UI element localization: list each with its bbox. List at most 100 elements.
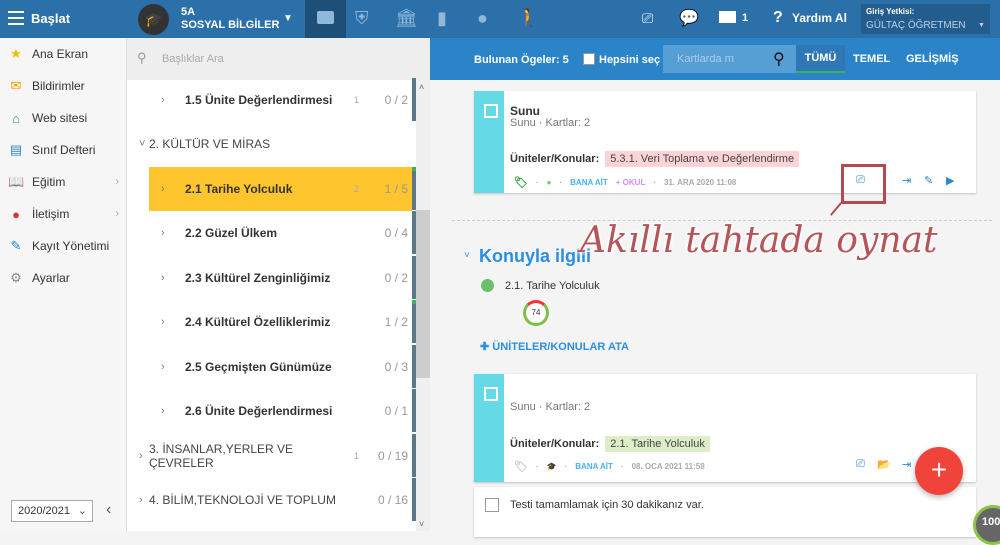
assign-label: ÜNİTELER/KONULAR ATA [492, 341, 629, 353]
sidebar-item-notifications[interactable]: ✉ Bildirimler [8, 76, 123, 96]
topic-row[interactable]: › 2.1 Tarihe Yolculuk 2 1 / 5 [149, 167, 412, 211]
card-checkbox[interactable] [484, 104, 498, 118]
sidebar-item-label: Ana Ekran [32, 47, 89, 61]
cast-icon[interactable]: ⎚ [856, 458, 865, 471]
chevron-down-icon[interactable]: ˅ [127, 138, 149, 150]
topics-search-input[interactable]: Başlıklar Ara [162, 53, 224, 65]
tab-advanced[interactable]: GELİŞMİŞ [906, 53, 959, 65]
content-card[interactable]: Testi tamamlamak için 30 dakikanız var. [474, 487, 976, 537]
year-select[interactable]: 2020/2021 ⌄ [11, 500, 93, 522]
topic-row[interactable]: › 4. BİLİM,TEKNOLOJİ VE TOPLUM 0 / 16 [127, 478, 412, 522]
chevron-right-icon[interactable]: › [149, 361, 171, 373]
chevron-right-icon[interactable]: › [127, 450, 149, 462]
chevron-right-icon[interactable]: › [149, 94, 171, 106]
collapse-sidebar-icon[interactable]: ‹ [106, 501, 111, 519]
gear-icon: ⚙ [10, 270, 22, 285]
play-icon[interactable]: ▶ [946, 174, 954, 187]
topic-tag[interactable]: 5.3.1. Veri Toplama ve Değerlendirme [605, 151, 800, 167]
topic-row[interactable]: ˅ 2. KÜLTÜR VE MİRAS [127, 122, 412, 166]
card-title: Sunu [510, 104, 540, 118]
chevron-right-icon[interactable]: › [149, 227, 171, 239]
topic-row[interactable]: › 2.4 Kültürel Özelliklerimiz 1 / 2 [149, 300, 412, 344]
chevron-right-icon[interactable]: › [149, 272, 171, 284]
notebook-icon: ▤ [9, 142, 23, 157]
sidebar-item-label: İletişim [32, 207, 70, 221]
sidebar-item-registration[interactable]: ✎ Kayıt Yönetimi [8, 236, 123, 256]
sidebar-item-website[interactable]: ⌂ Web sitesi [8, 108, 123, 128]
course-name[interactable]: SOSYAL BİLGİLER [181, 19, 279, 31]
chevron-right-icon[interactable]: › [127, 494, 149, 506]
content-header: Bulunan Ögeler: 5 Hepsini seç Kartlarda … [430, 38, 1000, 80]
card-search-input[interactable]: Kartlarda m ⚲ [663, 45, 796, 73]
user-select[interactable]: Giriş Yetkisi: GÜLTAÇ ÖĞRETMEN ▼ [861, 4, 990, 34]
topic-row[interactable]: › 2.3 Kültürel Zenginliğimiz 0 / 2 [149, 256, 412, 300]
bank-icon[interactable]: 🏛 [395, 8, 418, 29]
assign-topics-button[interactable]: ✚ ÜNİTELER/KONULAR ATA [480, 340, 629, 353]
card-subtitle: Sunu · Kartlar: 2 [510, 117, 591, 129]
shield-icon[interactable]: ⛨ [355, 8, 369, 29]
topic-progress: 0 / 4 [384, 226, 408, 240]
topic-row[interactable]: › 2.6 Ünite Değerlendirmesi 0 / 1 [149, 389, 412, 433]
sidebar-item-education[interactable]: 📖 Eğitim › [8, 172, 123, 192]
chevron-down-icon[interactable]: ˅ [464, 250, 470, 261]
briefcase-tab[interactable] [305, 0, 346, 38]
content-card[interactable]: Sunu · Kartlar: 2 Üniteler/Konular: 2.1. … [474, 374, 976, 482]
tab-all[interactable]: TÜMÜ [796, 45, 845, 73]
help-icon[interactable]: ? [773, 9, 783, 27]
menu-icon[interactable] [8, 11, 24, 25]
add-button[interactable]: + [915, 447, 963, 495]
chevron-right-icon[interactable]: › [149, 405, 171, 417]
sidebar-item-home[interactable]: ★ Ana Ekran [8, 44, 123, 64]
related-topic[interactable]: 2.1. Tarihe Yolculuk [505, 280, 600, 292]
menu-label[interactable]: Başlat [31, 11, 70, 26]
globe-icon [481, 279, 494, 292]
class-name: 5A [181, 6, 196, 18]
topic-row[interactable]: › 2.5 Geçmişten Günümüze 0 / 3 [149, 345, 412, 389]
topic-label: 2.2 Güzel Ülkem [185, 226, 278, 240]
sidebar-item-label: Eğitim [32, 175, 66, 189]
sign-in-icon[interactable]: ⇥ [902, 458, 911, 471]
auth-label: Giriş Yetkisi: [866, 7, 915, 16]
badge-value: 100 [982, 516, 1000, 528]
chevron-right-icon[interactable]: › [149, 183, 171, 195]
mail-icon[interactable] [719, 11, 736, 23]
topic-row[interactable]: › 2.2 Güzel Ülkem 0 / 4 [149, 211, 412, 255]
edit-icon[interactable]: ✎ [924, 174, 933, 187]
sidebar-item-label: Ayarlar [32, 271, 70, 285]
help-link[interactable]: Yardım Al [792, 11, 847, 25]
topics-search[interactable]: ⚲ Başlıklar Ara [127, 38, 430, 80]
select-all-label[interactable]: Hepsini seç [599, 54, 660, 66]
folder-icon[interactable]: 📂 [877, 458, 891, 471]
card-meta: 🏷 · 🎓 · BANA AİT · 08. OCA 2021 11:58 [514, 461, 705, 473]
topic-row[interactable]: › 3. İNSANLAR,YERLER VE ÇEVRELER 1 0 / 19 [127, 434, 412, 478]
cast-board-icon[interactable]: ⎚ [642, 10, 653, 27]
bar-chart-icon[interactable]: ▮ [437, 8, 447, 29]
sidebar-item-classbook[interactable]: ▤ Sınıf Defteri [8, 140, 123, 160]
card-date: 08. OCA 2021 11:58 [631, 462, 705, 471]
card-checkbox[interactable] [485, 498, 499, 512]
topic-row[interactable]: › 1.5 Ünite Değerlendirmesi 1 0 / 2 [149, 78, 412, 122]
topic-tag[interactable]: 2.1. Tarihe Yolculuk [605, 436, 710, 452]
search-icon[interactable]: ⚲ [773, 49, 785, 69]
chevron-down-icon[interactable]: ▼ [283, 13, 293, 24]
topic-label: 2.3 Kültürel Zenginliğimiz [185, 271, 331, 285]
card-checkbox[interactable] [484, 387, 498, 401]
sidebar-item-communication[interactable]: ● İletişim › [8, 204, 123, 224]
related-heading[interactable]: Konuyla ilgili [479, 246, 591, 267]
content-card[interactable]: Sunu Sunu · Kartlar: 2 Üniteler/Konular:… [474, 91, 976, 193]
sign-in-icon[interactable]: ⇥ [902, 174, 911, 187]
chevron-right-icon[interactable]: › [149, 316, 171, 328]
topics-label: Üniteler/Konular: [510, 153, 600, 165]
progress-bar [412, 211, 416, 254]
progress-bar [412, 345, 416, 388]
tab-basic[interactable]: TEMEL [853, 53, 890, 65]
walking-icon[interactable]: 🚶 [517, 8, 539, 29]
select-all-checkbox[interactable] [583, 53, 595, 65]
sidebar-item-settings[interactable]: ⚙ Ayarlar [8, 268, 123, 288]
topic-count: 1 [354, 451, 360, 461]
home-icon: ⌂ [12, 110, 20, 126]
scrollbar[interactable]: ˄ ˅ [416, 80, 430, 531]
compass-icon[interactable]: ● [477, 8, 488, 29]
chat-icon[interactable]: 💬 [679, 8, 699, 28]
progress-bar [412, 256, 416, 299]
